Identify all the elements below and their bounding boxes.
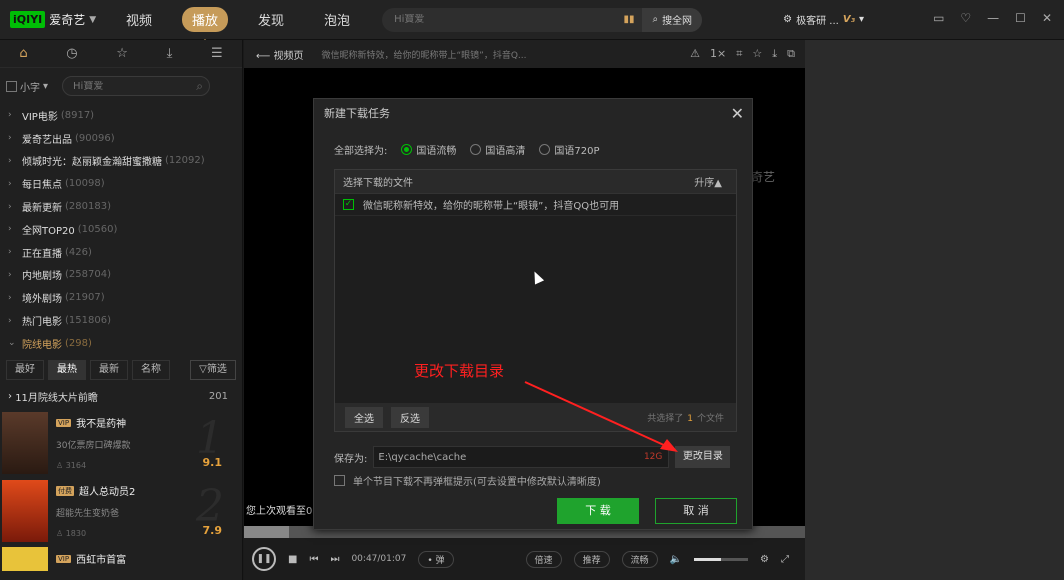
annotation-arrow [524, 381, 678, 452]
